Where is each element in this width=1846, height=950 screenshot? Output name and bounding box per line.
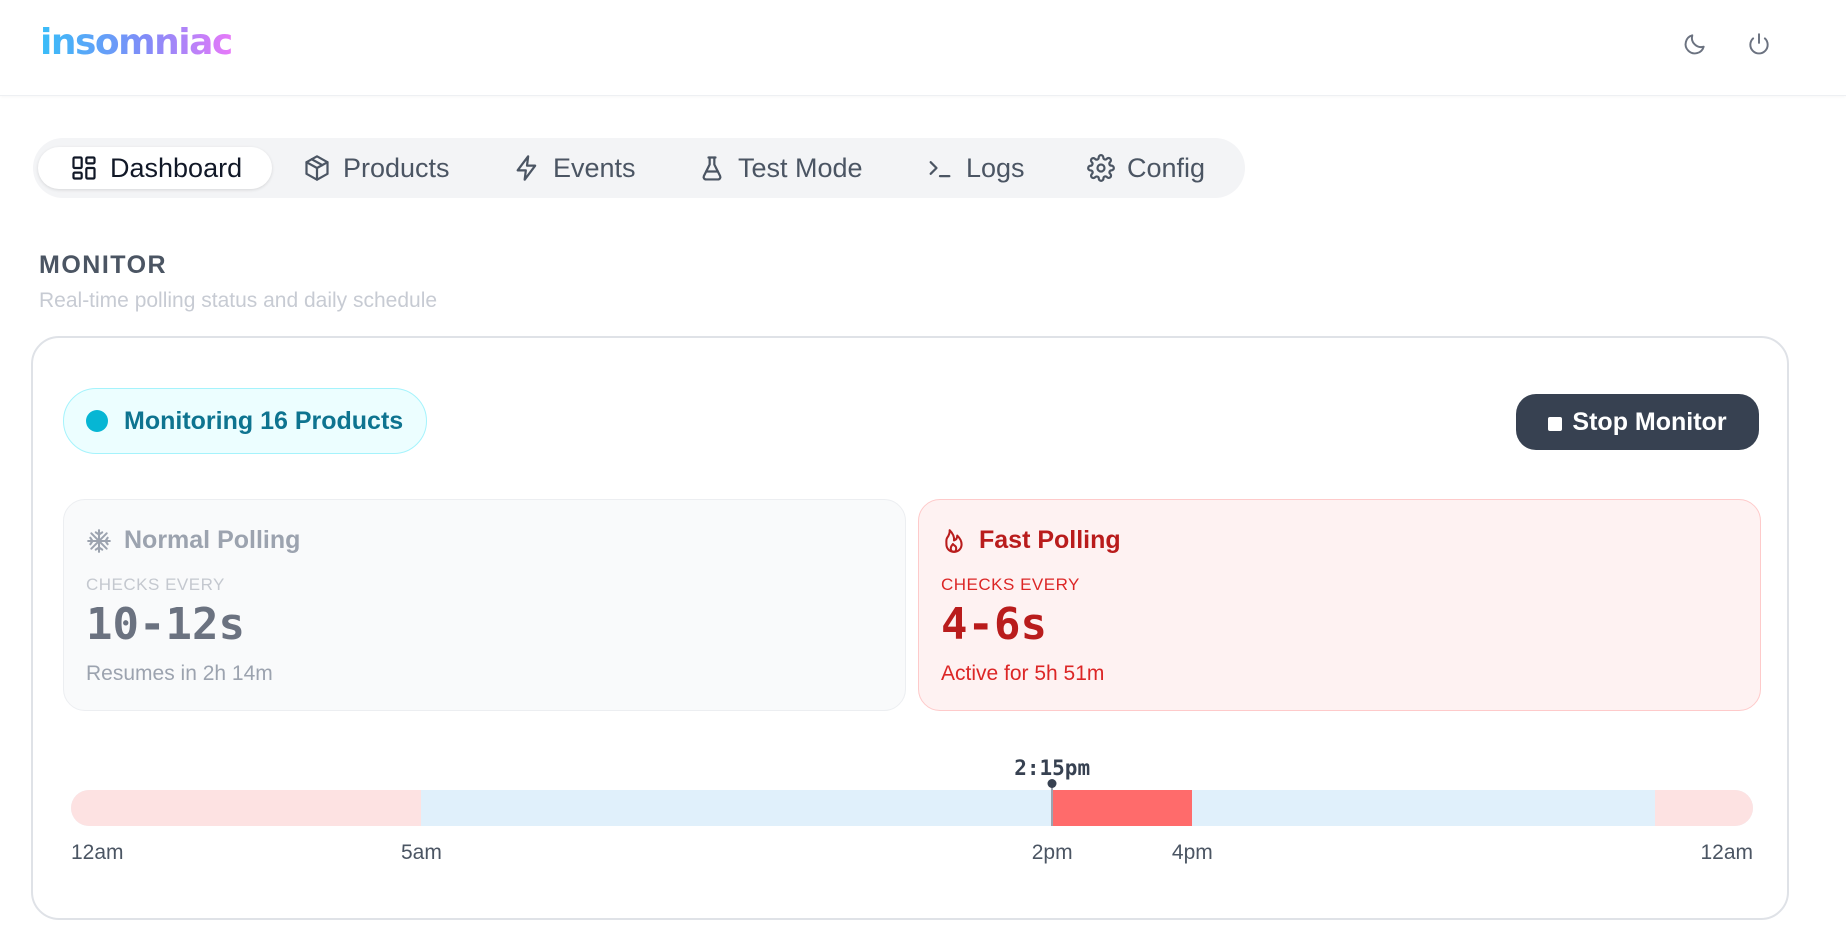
flame-icon bbox=[945, 528, 963, 553]
tab-events[interactable]: Events bbox=[513, 147, 636, 189]
fast-checks-label: CHECKS EVERY bbox=[941, 575, 1080, 594]
tab-config[interactable]: Config bbox=[1087, 147, 1205, 189]
dashboard-grid-icon bbox=[72, 156, 96, 180]
monitor-card: Monitoring 16 Products Stop Monitor Norm… bbox=[31, 336, 1789, 920]
monitor-status-badge: Monitoring 16 Products bbox=[63, 388, 427, 454]
power-icon[interactable] bbox=[1744, 29, 1774, 59]
app-header: insomniac bbox=[0, 0, 1846, 96]
fast-interval-value: 4-6s bbox=[941, 599, 1047, 650]
monitor-status-text: Monitoring 16 Products bbox=[124, 406, 404, 435]
tab-label: Dashboard bbox=[110, 152, 243, 183]
timeline-segment-fast-off bbox=[71, 790, 422, 826]
timeline-tick-label: 12am bbox=[71, 841, 124, 864]
current-time-marker bbox=[1051, 784, 1054, 826]
stop-monitor-label: Stop Monitor bbox=[1572, 407, 1727, 436]
tab-label: Events bbox=[553, 152, 636, 183]
tab-label: Config bbox=[1127, 152, 1206, 183]
lightning-icon bbox=[516, 155, 537, 181]
normal-resume-note: Resumes in 2h 14m bbox=[86, 662, 273, 685]
status-dot bbox=[86, 410, 108, 432]
timeline-segment-fast-active bbox=[1052, 790, 1193, 826]
timeline-tick-label: 5am bbox=[400, 841, 442, 864]
fast-polling-title: Fast Polling bbox=[979, 526, 1121, 554]
tab-dashboard[interactable]: Dashboard bbox=[38, 147, 273, 189]
gear-icon bbox=[1087, 154, 1115, 182]
app-logo[interactable]: insomniac bbox=[40, 22, 233, 63]
moon-icon[interactable] bbox=[1680, 29, 1710, 59]
normal-polling-title: Normal Polling bbox=[124, 526, 301, 554]
timeline-tick-label: 2pm bbox=[1031, 841, 1073, 864]
stop-monitor-button[interactable]: Stop Monitor bbox=[1516, 394, 1759, 450]
normal-polling-card: Normal Polling CHECKS EVERY 10-12s Resum… bbox=[63, 499, 906, 711]
normal-checks-label: CHECKS EVERY bbox=[86, 575, 225, 594]
stop-icon bbox=[1548, 416, 1563, 431]
fast-polling-card: Fast Polling CHECKS EVERY 4-6s Active fo… bbox=[918, 499, 1761, 711]
tab-test-mode[interactable]: Test Mode bbox=[698, 147, 863, 189]
main-tabs: Dashboard Products Events Test Mode Logs… bbox=[33, 138, 1245, 198]
tab-label: Products bbox=[343, 152, 450, 183]
current-time-dot bbox=[1047, 779, 1057, 788]
timeline-tick-label: 4pm bbox=[1171, 841, 1213, 864]
section-title: MONITOR bbox=[39, 251, 168, 279]
terminal-icon bbox=[929, 161, 951, 178]
fast-active-note: Active for 5h 51m bbox=[941, 662, 1105, 685]
tab-logs[interactable]: Logs bbox=[926, 147, 1025, 189]
current-time-label: 2:15pm bbox=[1014, 756, 1091, 780]
tab-label: Logs bbox=[966, 152, 1025, 183]
tab-label: Test Mode bbox=[738, 152, 863, 183]
timeline-tick-label: 12am bbox=[1700, 841, 1753, 864]
box-icon bbox=[305, 155, 329, 181]
timeline-segment-normal bbox=[1192, 790, 1655, 826]
section-subtitle: Real-time polling status and daily sched… bbox=[39, 289, 438, 312]
timeline-bar bbox=[71, 790, 1753, 826]
normal-polling-heading: Normal Polling bbox=[86, 526, 300, 555]
tab-products[interactable]: Products bbox=[303, 147, 450, 189]
fast-polling-heading: Fast Polling bbox=[941, 526, 1121, 555]
timeline-segment-fast-off bbox=[1654, 790, 1753, 826]
timeline-segment-normal bbox=[421, 790, 1053, 826]
normal-interval-value: 10-12s bbox=[86, 599, 245, 650]
snowflake-icon bbox=[87, 528, 111, 553]
flask-icon bbox=[702, 156, 722, 181]
